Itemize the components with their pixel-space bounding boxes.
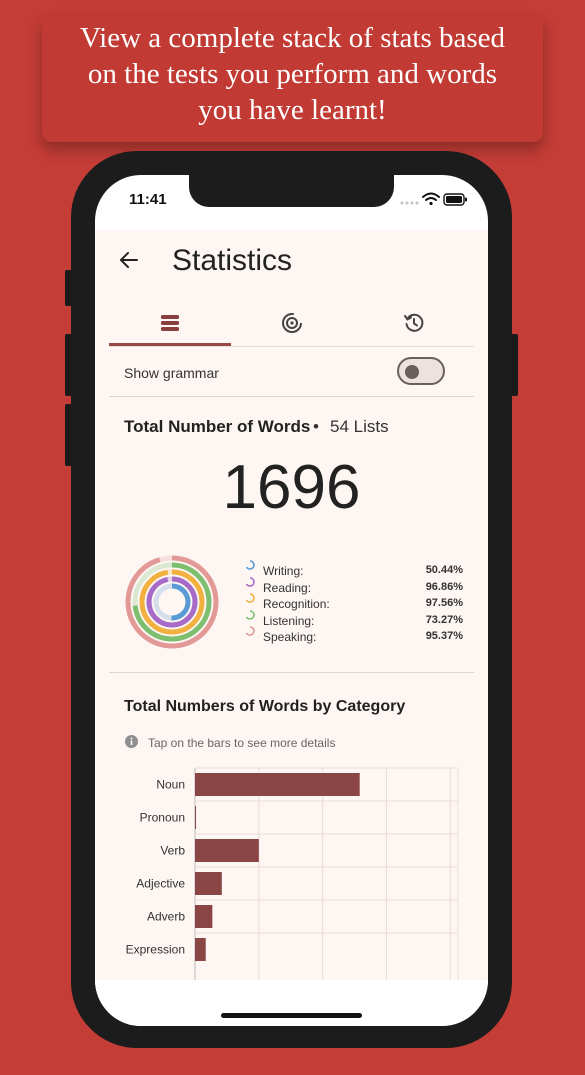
status-time: 11:41 <box>129 191 167 208</box>
back-button[interactable] <box>115 246 143 274</box>
radar-icon <box>282 313 302 333</box>
category-label: Verb <box>160 844 185 858</box>
volume-down-button <box>65 404 72 466</box>
legend-label: Recognition: <box>263 597 330 612</box>
category-label: Noun <box>156 778 185 792</box>
tab-list[interactable] <box>109 300 231 346</box>
power-button <box>511 334 518 396</box>
legend-label: Listening: <box>263 613 315 628</box>
show-grammar-label: Show grammar <box>124 365 219 381</box>
category-label: Adverb <box>147 910 185 924</box>
legend-percent: 95.37% <box>425 630 463 643</box>
category-label: Expression <box>126 943 185 957</box>
ring-progress-icon <box>245 560 255 570</box>
bar-verb[interactable] <box>195 839 259 862</box>
banner-line-2: on the tests you perform and words <box>87 58 498 90</box>
tab-history[interactable] <box>353 300 475 346</box>
legend-percent: 96.86% <box>425 580 463 593</box>
skills-ring-chart <box>125 555 219 649</box>
bar-noun[interactable] <box>195 773 360 796</box>
banner-line-1: View a complete stack of stats based <box>79 22 506 54</box>
bottom-safe-area <box>95 980 488 1026</box>
ring-progress-icon <box>245 626 255 637</box>
category-bar-chart: Noun Pronoun Verb Adjective Adverb Expression <box>126 767 459 990</box>
ring-progress-icon <box>245 593 255 603</box>
status-icons <box>398 191 468 209</box>
category-label: Adjective <box>136 877 185 891</box>
bar-adverb[interactable] <box>195 905 213 928</box>
home-indicator[interactable] <box>221 1013 362 1018</box>
signal-dots-icon <box>400 201 419 205</box>
bar-pronoun[interactable] <box>195 806 197 829</box>
category-section-title: Total Numbers of Words by Category <box>124 698 406 715</box>
bar-expression[interactable] <box>195 938 206 961</box>
ring-progress-icon <box>245 609 255 620</box>
total-words-count: 1696 <box>222 453 361 522</box>
legend-row: Listening: 73.27% <box>245 609 465 629</box>
mute-switch <box>65 270 72 306</box>
arrow-left-icon <box>120 252 138 268</box>
legend-label: Writing: <box>263 564 304 578</box>
legend-percent: 73.27% <box>425 613 463 626</box>
legend-row: Speaking: 95.37% <box>245 626 465 645</box>
lists-count: 54 Lists <box>330 417 389 436</box>
category-label: Pronoun <box>140 811 185 825</box>
title-separator: • <box>313 417 319 436</box>
phone-screen: 11:41 Statistics Show grammar Total Numb… <box>95 175 488 1026</box>
info-icon <box>125 735 138 748</box>
ring-progress-icon <box>245 576 255 587</box>
show-grammar-toggle[interactable] <box>397 357 445 385</box>
divider <box>109 672 474 673</box>
wifi-icon <box>422 192 440 206</box>
history-icon <box>404 313 424 332</box>
legend-percent: 97.56% <box>425 597 463 610</box>
promo-banner-text: View a complete stack of stats based on … <box>42 20 543 128</box>
chart-hint: Tap on the bars to see more details <box>148 736 336 750</box>
tab-divider <box>109 346 474 347</box>
skills-legend: Writing: 50.44% Reading: 96.86% Recognition:… <box>245 560 465 645</box>
legend-percent: 50.44% <box>425 564 463 576</box>
toggle-knob <box>405 365 419 379</box>
notch <box>189 175 394 207</box>
tab-radar[interactable] <box>231 300 353 346</box>
legend-row: Reading: 96.86% <box>245 576 465 596</box>
page-title: Statistics <box>172 244 293 277</box>
banner-line-3: you have learnt! <box>198 94 387 126</box>
legend-label: Reading: <box>263 580 312 595</box>
statistics-screen: Statistics Show grammar Total Number of … <box>95 230 488 990</box>
list-icon <box>161 315 179 331</box>
total-words-title: Total Number of Words <box>124 417 311 436</box>
volume-up-button <box>65 334 72 396</box>
legend-label: Speaking: <box>263 630 317 645</box>
legend-row: Recognition: 97.56% <box>245 593 465 612</box>
bar-adjective[interactable] <box>195 872 222 895</box>
battery-icon <box>443 193 467 206</box>
legend-row: Writing: 50.44% <box>245 560 465 579</box>
divider <box>109 396 474 397</box>
